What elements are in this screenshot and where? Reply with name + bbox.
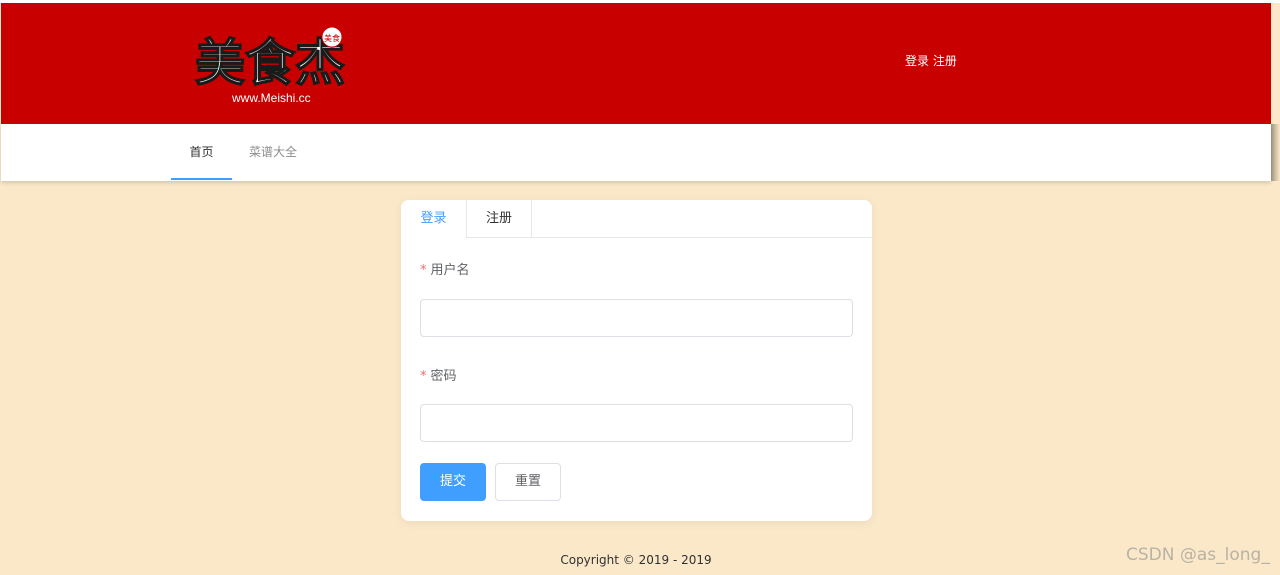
required-mark: * bbox=[420, 263, 427, 278]
submit-button[interactable]: 提交 bbox=[420, 463, 486, 501]
tab-login[interactable]: 登录 bbox=[401, 200, 467, 238]
header-bar: 美食杰 美食 www.Meishi.cc bbox=[1, 3, 1271, 124]
nav-edge-shadow bbox=[1271, 124, 1280, 181]
username-label: * 用户名 bbox=[420, 263, 470, 279]
tab-register[interactable]: 注册 bbox=[467, 200, 532, 238]
username-input[interactable] bbox=[420, 299, 853, 337]
password-label-text: 密码 bbox=[430, 369, 457, 384]
nav-active-indicator bbox=[171, 178, 232, 180]
logo-brand-text: 美食杰 bbox=[195, 33, 345, 92]
header-login-link[interactable]: 登录 bbox=[905, 54, 929, 68]
logo-seal-text: 美食 bbox=[324, 33, 340, 43]
nav-bar: 首页 菜谱大全 bbox=[1, 124, 1271, 181]
meishi-logo[interactable]: 美食杰 美食 www.Meishi.cc bbox=[193, 20, 353, 110]
page: 美食杰 美食 www.Meishi.cc 登录 注册 首页 菜谱大全 登录 注册… bbox=[0, 0, 1280, 575]
username-label-text: 用户名 bbox=[430, 263, 470, 278]
logo-url-text: www.Meishi.cc bbox=[231, 91, 311, 105]
csdn-watermark: CSDN @as_long_ bbox=[1126, 545, 1270, 565]
password-label: * 密码 bbox=[420, 369, 457, 385]
auth-links: 登录 注册 bbox=[905, 54, 957, 68]
card-tabs: 登录 注册 bbox=[401, 200, 872, 238]
copyright-text: Copyright © 2019 - 2019 bbox=[560, 553, 712, 567]
nav-item-recipes[interactable]: 菜谱大全 bbox=[241, 124, 305, 181]
login-card: 登录 注册 * 用户名 * 密码 提交 重置 bbox=[401, 200, 872, 521]
reset-button[interactable]: 重置 bbox=[495, 463, 561, 501]
header-register-link[interactable]: 注册 bbox=[933, 54, 957, 68]
required-mark: * bbox=[420, 369, 427, 384]
nav-item-home[interactable]: 首页 bbox=[171, 124, 232, 181]
password-input[interactable] bbox=[420, 404, 853, 442]
